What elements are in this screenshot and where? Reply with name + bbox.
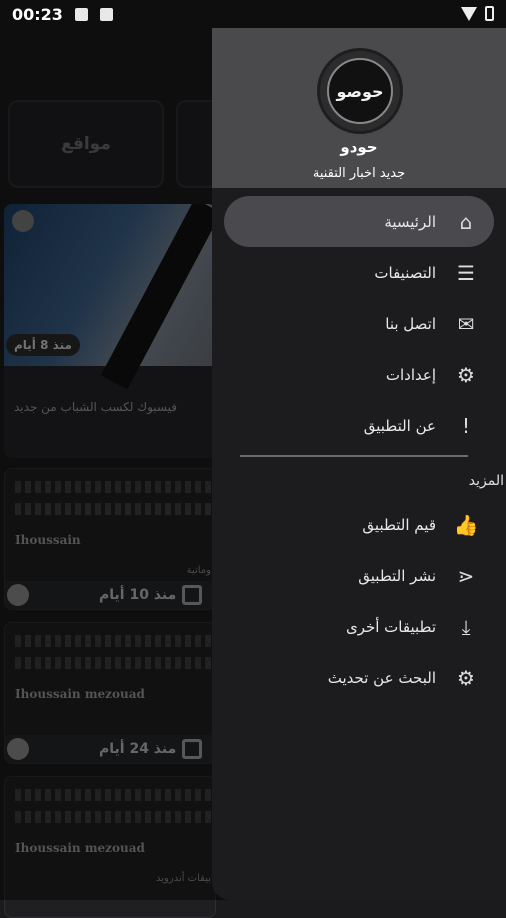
app-name: حودو	[340, 138, 378, 156]
download-icon: ⤓	[461, 614, 471, 639]
menu-item-home[interactable]: ⌂ الرئيسية	[224, 196, 494, 247]
gear-icon: ⚙	[457, 362, 475, 387]
menu-item-label: التصنيفات	[374, 263, 436, 282]
menu-item-about[interactable]: ! عن التطبيق	[224, 400, 494, 451]
gear-icon: ⚙	[457, 665, 475, 690]
section-title-more: المزيد	[468, 473, 504, 489]
logo-text: حوصو	[327, 58, 393, 124]
app-subtitle: جديد اخبار التقنية	[312, 166, 406, 181]
menu-item-label: إعدادات	[385, 365, 436, 384]
menu-item-other-apps[interactable]: ⤓ تطبيقات أخرى	[224, 601, 494, 652]
status-time: 00:23	[12, 4, 63, 24]
menu-item-label: تطبيقات أخرى	[345, 617, 436, 636]
gallery-notification-icon	[74, 7, 88, 21]
menu-divider	[240, 455, 468, 457]
app-logo: حوصو	[317, 48, 403, 134]
image-notification-icon	[99, 7, 113, 21]
feedback-icon: !	[461, 413, 471, 438]
menu-item-label: البحث عن تحديث	[327, 668, 436, 687]
wifi-icon	[461, 6, 477, 21]
menu-item-label: الرئيسية	[384, 212, 436, 231]
list-icon: ☰	[457, 260, 475, 285]
battery-icon	[485, 6, 494, 21]
menu-item-label: نشر التطبيق	[358, 566, 436, 585]
menu-item-categories[interactable]: ☰ التصنيفات	[224, 247, 494, 298]
menu-item-rate[interactable]: 👍 قيم التطبيق	[224, 499, 494, 550]
thumbs-up-icon: 👍	[453, 512, 479, 537]
menu-item-label: اتصل بنا	[385, 314, 436, 333]
drawer-menu: ⌂ الرئيسية ☰ التصنيفات ✉ اتصل بنا ⚙ إعدا…	[212, 196, 506, 703]
mail-icon: ✉	[457, 311, 475, 336]
menu-item-settings[interactable]: ⚙ إعدادات	[224, 349, 494, 400]
menu-item-share[interactable]: ⋖ نشر التطبيق	[224, 550, 494, 601]
home-icon: ⌂	[459, 209, 473, 234]
drawer-header: حوصو حودو جديد اخبار التقنية	[212, 0, 506, 188]
status-bar: 00:23	[0, 0, 506, 28]
menu-item-contact[interactable]: ✉ اتصل بنا	[224, 298, 494, 349]
menu-item-check-update[interactable]: ⚙ البحث عن تحديث	[224, 652, 494, 703]
menu-item-label: عن التطبيق	[363, 416, 436, 435]
menu-item-label: قيم التطبيق	[362, 515, 436, 534]
share-icon: ⋖	[457, 563, 475, 588]
navigation-drawer: حوصو حودو جديد اخبار التقنية ⌂ الرئيسية …	[212, 0, 506, 900]
